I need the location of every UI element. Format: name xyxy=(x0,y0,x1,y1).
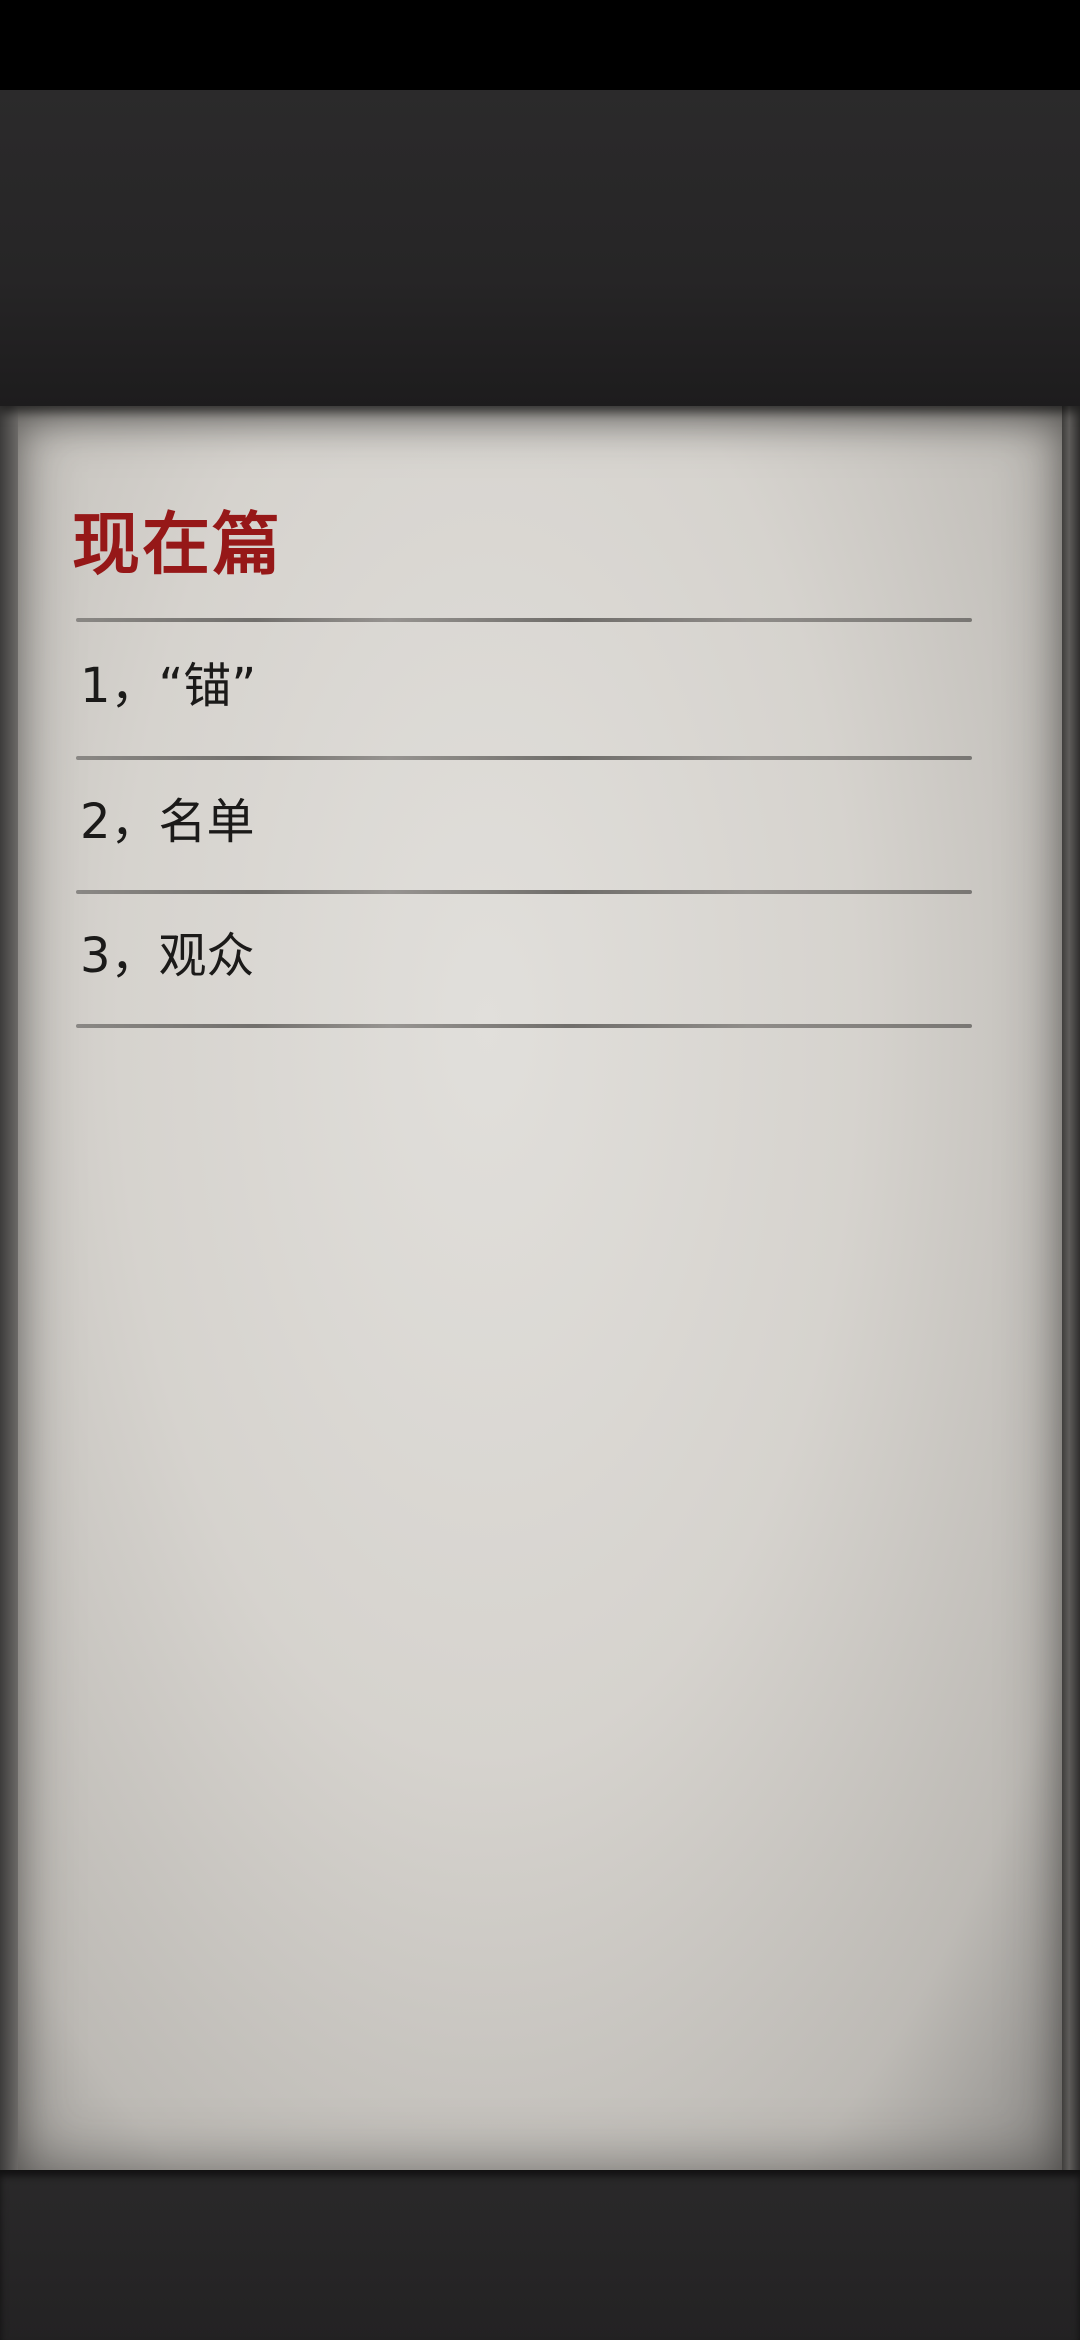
paper-right-edge xyxy=(1062,406,1080,2170)
bottom-bar xyxy=(0,2170,1080,2340)
chapter-item-3[interactable]: 3，观众 xyxy=(76,890,972,1022)
chapter-item-1[interactable]: 1，“锚” xyxy=(76,620,972,752)
chapter-label: 1，“锚” xyxy=(80,658,257,714)
chapter-label: 2，名单 xyxy=(80,794,255,850)
paper-left-edge xyxy=(0,406,18,2170)
section-title: 现在篇 xyxy=(72,505,283,585)
divider xyxy=(76,1024,972,1028)
chapter-label: 3，观众 xyxy=(80,928,255,984)
status-bar xyxy=(0,0,1080,90)
chapter-item-2[interactable]: 2，名单 xyxy=(76,756,972,888)
top-bar xyxy=(0,90,1080,406)
